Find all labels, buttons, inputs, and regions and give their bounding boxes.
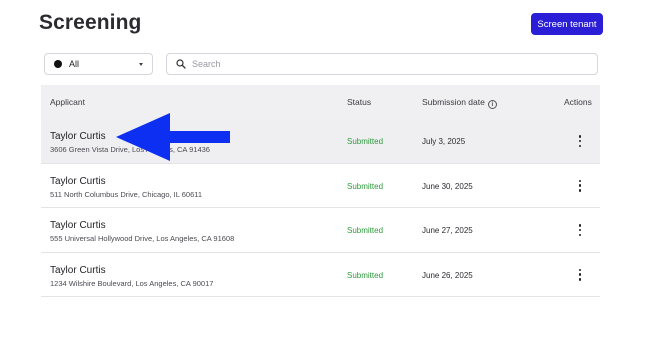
submission-date-label: Submission date <box>422 97 485 107</box>
kebab-menu-icon[interactable] <box>576 179 584 193</box>
page-title: Screening <box>39 11 142 34</box>
submission-date: July 3, 2025 <box>422 137 466 146</box>
submission-date: June 26, 2025 <box>422 270 473 280</box>
kebab-menu-icon[interactable] <box>576 134 584 148</box>
status-badge: Submitted <box>347 137 384 146</box>
kebab-menu-icon[interactable] <box>576 223 584 237</box>
submission-date: June 27, 2025 <box>422 226 473 235</box>
applicant-name: Taylor Curtis <box>50 220 106 231</box>
status-badge: Submitted <box>347 181 384 191</box>
column-header-applicant: Applicant <box>50 97 85 107</box>
column-header-actions: Actions <box>564 97 592 107</box>
table-header: Applicant Status Submission date i Action… <box>41 85 600 119</box>
submission-date: June 30, 2025 <box>422 181 473 191</box>
search-input[interactable] <box>192 59 572 69</box>
kebab-menu-icon[interactable] <box>576 268 584 282</box>
table-row[interactable]: Taylor Curtis 3606 Green Vista Drive, Lo… <box>41 119 600 164</box>
column-header-status: Status <box>347 97 372 107</box>
applicant-address: 555 Universal Hollywood Drive, Los Angel… <box>50 234 235 243</box>
info-icon[interactable]: i <box>487 100 497 109</box>
search-icon <box>176 59 186 69</box>
screen-tenant-button[interactable]: Screen tenant <box>531 13 603 35</box>
applicant-name: Taylor Curtis <box>50 264 106 276</box>
table-row[interactable]: Taylor Curtis 555 Universal Hollywood Dr… <box>41 208 600 253</box>
status-badge: Submitted <box>347 226 384 235</box>
status-filter-value: All <box>69 59 80 69</box>
search-box[interactable] <box>166 53 598 75</box>
chevron-down-icon <box>139 63 143 66</box>
applicant-address: 511 North Columbus Drive, Chicago, IL 60… <box>50 189 203 199</box>
status-badge: Submitted <box>347 270 384 280</box>
applicants-table: Applicant Status Submission date i Action… <box>41 85 600 297</box>
table-row[interactable]: Taylor Curtis 511 North Columbus Drive, … <box>41 164 600 208</box>
applicant-name: Taylor Curtis <box>50 175 106 187</box>
status-filter-select[interactable]: All <box>44 53 153 75</box>
applicant-address: 3606 Green Vista Drive, Los Angeles, CA … <box>50 145 210 154</box>
applicant-name: Taylor Curtis <box>50 131 106 142</box>
table-row[interactable]: Taylor Curtis 1234 Wilshire Boulevard, L… <box>41 253 600 297</box>
column-header-submission-date: Submission date i <box>422 97 497 109</box>
applicant-address: 1234 Wilshire Boulevard, Los Angeles, CA… <box>50 278 214 288</box>
status-dot-icon <box>54 60 62 68</box>
